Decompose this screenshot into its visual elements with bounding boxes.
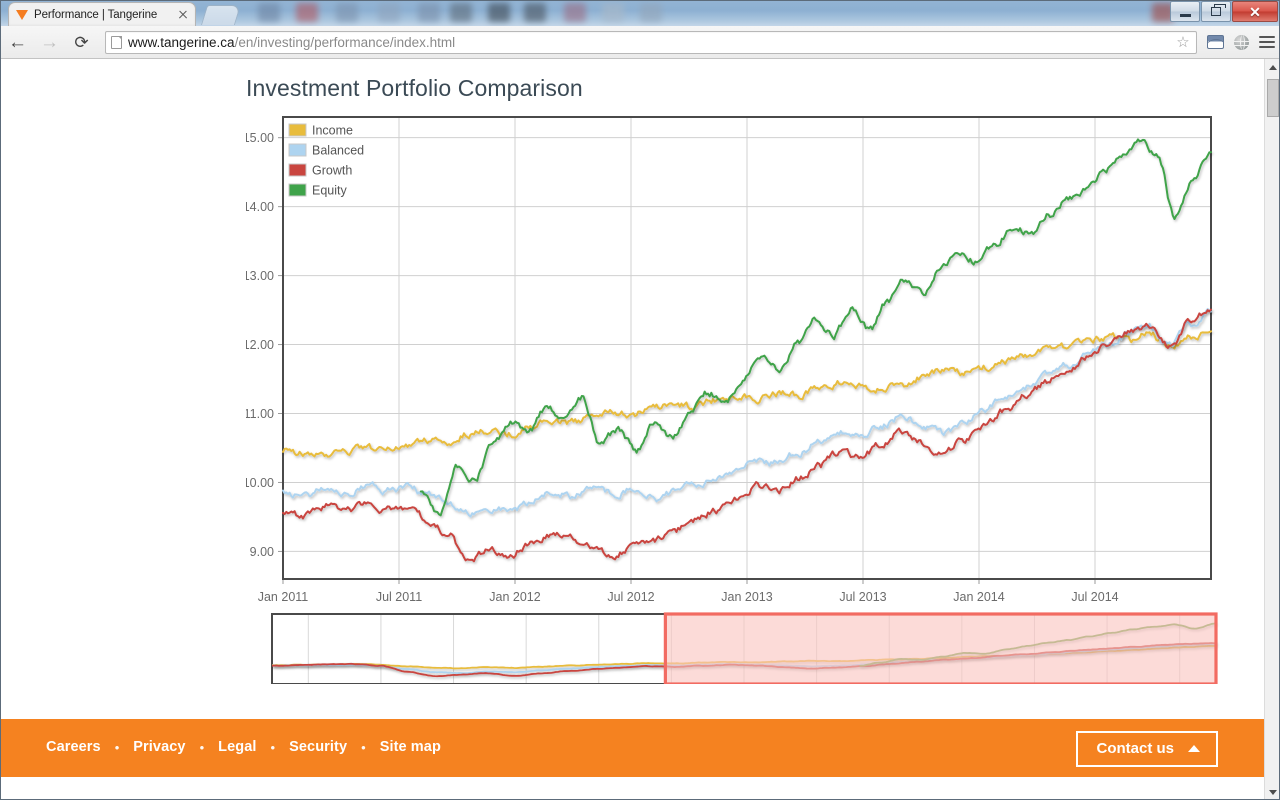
forward-icon: →	[40, 31, 59, 53]
globe-icon[interactable]	[1228, 28, 1254, 57]
legend-label-growth: Growth	[312, 164, 352, 178]
contact-us-button[interactable]: Contact us	[1076, 731, 1218, 767]
footer-separator: •	[199, 739, 205, 755]
svg-text:Jan 2012: Jan 2012	[489, 590, 540, 604]
legend-label-income: Income	[312, 124, 353, 138]
minimize-button[interactable]	[1170, 1, 1200, 22]
back-icon[interactable]: ←	[3, 28, 32, 57]
legend-swatch-growth[interactable]	[288, 163, 307, 177]
scrollbar-thumb[interactable]	[1267, 79, 1279, 117]
svg-text:Jul 2014: Jul 2014	[1071, 590, 1118, 604]
url-host: www.tangerine.ca	[128, 34, 235, 50]
legend-swatch-equity[interactable]	[288, 183, 307, 197]
footer-link-legal[interactable]: Legal	[218, 739, 256, 755]
svg-text:Jul 2013: Jul 2013	[839, 590, 886, 604]
legend-label-equity: Equity	[312, 184, 347, 198]
svg-text:Jul 2011: Jul 2011	[376, 590, 422, 604]
reading-list-icon[interactable]	[1202, 28, 1228, 57]
footer-separator: •	[114, 739, 120, 755]
svg-text:Jul 2012: Jul 2012	[607, 590, 654, 604]
legend-swatch-balanced[interactable]	[288, 143, 307, 157]
tab-title: Performance | Tangerine	[34, 8, 158, 21]
footer-separator: •	[270, 739, 276, 755]
address-bar[interactable]: www.tangerine.ca/en/investing/performanc…	[105, 30, 1197, 54]
tangerine-triangle-icon	[15, 8, 29, 22]
tab-strip: Performance | Tangerine	[0, 0, 1280, 26]
footer-separator: •	[361, 739, 366, 755]
chrome-menu-icon[interactable]	[1254, 28, 1280, 57]
close-icon[interactable]	[177, 9, 189, 21]
footer-link-security[interactable]: Security	[289, 739, 347, 755]
svg-text:15.00: 15.00	[246, 131, 274, 145]
browser-window: Performance | Tangerine ✕ ← → ⟳ www.tang…	[0, 0, 1280, 800]
browser-tab-performance[interactable]: Performance | Tangerine	[8, 2, 196, 26]
footer-link-privacy[interactable]: Privacy	[133, 739, 185, 755]
svg-text:11.00: 11.00	[246, 407, 274, 421]
footer-link-careers[interactable]: Careers	[46, 739, 101, 755]
svg-text:9.00: 9.00	[250, 545, 274, 559]
svg-text:Jan 2013: Jan 2013	[721, 590, 772, 604]
svg-text:Jan 2014: Jan 2014	[953, 590, 1004, 604]
page-document-icon	[111, 35, 122, 49]
scroll-up-icon[interactable]	[1265, 59, 1280, 75]
svg-text:10.00: 10.00	[246, 476, 274, 490]
footer-link-list: Careers • Privacy • Legal • Security • Site map	[46, 739, 441, 755]
window-controls: ✕	[1169, 1, 1278, 23]
svg-text:Jan 2011: Jan 2011	[258, 590, 309, 604]
url-path: /en/investing/performance/index.html	[234, 34, 456, 50]
contact-us-label: Contact us	[1096, 740, 1174, 757]
legend-label-balanced: Balanced	[312, 144, 364, 158]
chevron-up-icon	[1188, 745, 1200, 752]
scroll-down-icon[interactable]	[1265, 784, 1280, 800]
svg-text:13.00: 13.00	[246, 269, 274, 283]
close-window-button[interactable]: ✕	[1232, 1, 1278, 22]
page-title: Investment Portfolio Comparison	[246, 75, 583, 101]
restore-button[interactable]	[1201, 1, 1231, 22]
svg-text:12.00: 12.00	[246, 338, 274, 352]
bookmark-star-icon[interactable]: ☆	[1175, 35, 1191, 50]
site-footer: Careers • Privacy • Legal • Security • Site map …	[0, 719, 1264, 777]
page-viewport: Investment Portfolio Comparison 9.00 10.0…	[0, 59, 1264, 800]
reload-icon[interactable]: ⟳	[67, 28, 96, 57]
footer-link-site-map[interactable]: Site map	[380, 739, 441, 755]
navigator-selection-range[interactable]	[663, 612, 1218, 684]
svg-text:14.00: 14.00	[246, 200, 274, 214]
url-text: www.tangerine.ca/en/investing/performanc…	[128, 35, 1175, 50]
page-scrollbar[interactable]	[1264, 59, 1280, 800]
new-tab-button[interactable]	[200, 5, 242, 25]
chart-canvas[interactable]: 9.00 10.00 11.00 12.00 13.00 14.00 15.00 Jan 20…	[246, 114, 1221, 684]
browser-toolbar: ← → ⟳ www.tangerine.ca/en/investing/perf…	[0, 26, 1280, 59]
legend-swatch-income[interactable]	[288, 123, 307, 137]
investment-performance-chart[interactable]: 9.00 10.00 11.00 12.00 13.00 14.00 15.00 Jan 20…	[246, 114, 1221, 684]
